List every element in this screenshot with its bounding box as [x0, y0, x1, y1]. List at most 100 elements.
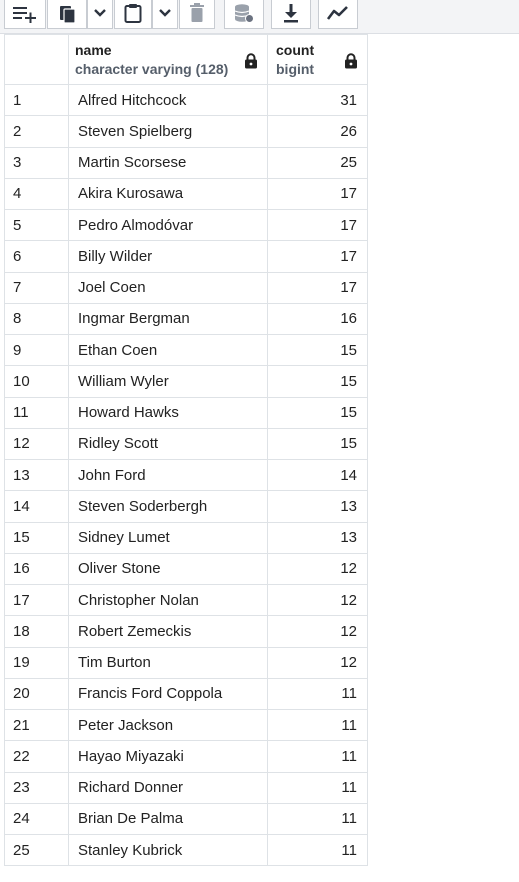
count-cell[interactable]: 17 — [267, 177, 368, 211]
table-row[interactable]: 22 Hayao Miyazaki 11 — [4, 740, 368, 773]
count-cell[interactable]: 31 — [267, 83, 368, 117]
table-row[interactable]: 21 Peter Jackson 11 — [4, 708, 368, 742]
table-row[interactable]: 4 Akira Kurosawa 17 — [4, 177, 368, 211]
count-cell[interactable]: 11 — [267, 708, 368, 742]
count-cell[interactable]: 26 — [267, 115, 368, 148]
row-number-cell[interactable]: 8 — [4, 302, 69, 336]
count-cell[interactable]: 11 — [267, 740, 368, 773]
count-cell[interactable]: 12 — [267, 646, 368, 679]
count-cell[interactable]: 11 — [267, 771, 368, 804]
save-data-button[interactable] — [224, 0, 264, 29]
table-row[interactable]: 19 Tim Burton 12 — [4, 646, 368, 679]
name-cell[interactable]: Ingmar Bergman — [68, 302, 268, 336]
row-number-cell[interactable]: 9 — [4, 333, 69, 367]
table-row[interactable]: 2 Steven Spielberg 26 — [4, 115, 368, 148]
count-cell[interactable]: 14 — [267, 458, 368, 492]
table-row[interactable]: 18 Robert Zemeckis 12 — [4, 615, 368, 648]
name-cell[interactable]: Joel Coen — [68, 271, 268, 304]
delete-button[interactable] — [179, 0, 215, 29]
name-cell[interactable]: Stanley Kubrick — [68, 833, 268, 867]
table-row[interactable]: 24 Brian De Palma 11 — [4, 802, 368, 836]
count-cell[interactable]: 11 — [267, 802, 368, 836]
name-cell[interactable]: Tim Burton — [68, 646, 268, 679]
graph-visualiser-button[interactable] — [318, 0, 358, 29]
column-header-count[interactable]: count bigint — [267, 34, 368, 85]
row-number-cell[interactable]: 5 — [4, 208, 69, 242]
count-cell[interactable]: 11 — [267, 833, 368, 867]
row-number-cell[interactable]: 22 — [4, 740, 69, 773]
row-number-cell[interactable]: 13 — [4, 458, 69, 492]
count-cell[interactable]: 17 — [267, 271, 368, 304]
count-cell[interactable]: 16 — [267, 302, 368, 336]
count-cell[interactable]: 15 — [267, 365, 368, 398]
count-cell[interactable]: 15 — [267, 427, 368, 461]
count-cell[interactable]: 13 — [267, 521, 368, 554]
name-cell[interactable]: Martin Scorsese — [68, 146, 268, 179]
table-row[interactable]: 1 Alfred Hitchcock 31 — [4, 83, 368, 117]
name-cell[interactable]: Steven Spielberg — [68, 115, 268, 148]
name-cell[interactable]: Ridley Scott — [68, 427, 268, 461]
name-cell[interactable]: Robert Zemeckis — [68, 615, 268, 648]
table-row[interactable]: 7 Joel Coen 17 — [4, 271, 368, 304]
name-cell[interactable]: Billy Wilder — [68, 240, 268, 273]
add-row-button[interactable] — [4, 0, 46, 29]
row-number-cell[interactable]: 6 — [4, 240, 69, 273]
name-cell[interactable]: Oliver Stone — [68, 552, 268, 586]
table-row[interactable]: 6 Billy Wilder 17 — [4, 240, 368, 273]
table-row[interactable]: 15 Sidney Lumet 13 — [4, 521, 368, 554]
row-number-cell[interactable]: 4 — [4, 177, 69, 211]
name-cell[interactable]: Steven Soderbergh — [68, 490, 268, 523]
row-number-cell[interactable]: 2 — [4, 115, 69, 148]
table-row[interactable]: 23 Richard Donner 11 — [4, 771, 368, 804]
name-cell[interactable]: Ethan Coen — [68, 333, 268, 367]
table-row[interactable]: 5 Pedro Almodóvar 17 — [4, 208, 368, 242]
download-button[interactable] — [271, 0, 311, 29]
table-row[interactable]: 11 Howard Hawks 15 — [4, 396, 368, 429]
table-row[interactable]: 14 Steven Soderbergh 13 — [4, 490, 368, 523]
name-cell[interactable]: Richard Donner — [68, 771, 268, 804]
table-row[interactable]: 25 Stanley Kubrick 11 — [4, 833, 368, 867]
copy-options-dropdown[interactable] — [87, 0, 113, 29]
row-number-cell[interactable]: 17 — [4, 583, 69, 617]
row-number-cell[interactable]: 19 — [4, 646, 69, 679]
row-number-cell[interactable]: 14 — [4, 490, 69, 523]
row-number-cell[interactable]: 24 — [4, 802, 69, 836]
count-cell[interactable]: 17 — [267, 208, 368, 242]
name-cell[interactable]: Christopher Nolan — [68, 583, 268, 617]
row-number-cell[interactable]: 21 — [4, 708, 69, 742]
row-number-cell[interactable]: 23 — [4, 771, 69, 804]
column-header-name[interactable]: name character varying (128) — [68, 34, 268, 85]
row-number-cell[interactable]: 11 — [4, 396, 69, 429]
name-cell[interactable]: John Ford — [68, 458, 268, 492]
paste-options-dropdown[interactable] — [152, 0, 178, 29]
paste-button[interactable] — [114, 0, 152, 29]
table-row[interactable]: 16 Oliver Stone 12 — [4, 552, 368, 586]
count-cell[interactable]: 12 — [267, 615, 368, 648]
name-cell[interactable]: Pedro Almodóvar — [68, 208, 268, 242]
table-row[interactable]: 3 Martin Scorsese 25 — [4, 146, 368, 179]
name-cell[interactable]: Peter Jackson — [68, 708, 268, 742]
row-number-cell[interactable]: 25 — [4, 833, 69, 867]
table-row[interactable]: 13 John Ford 14 — [4, 458, 368, 492]
table-row[interactable]: 20 Francis Ford Coppola 11 — [4, 677, 368, 711]
count-cell[interactable]: 15 — [267, 333, 368, 367]
row-number-cell[interactable]: 1 — [4, 83, 69, 117]
name-cell[interactable]: Hayao Miyazaki — [68, 740, 268, 773]
row-number-cell[interactable]: 16 — [4, 552, 69, 586]
count-cell[interactable]: 11 — [267, 677, 368, 711]
row-number-cell[interactable]: 7 — [4, 271, 69, 304]
row-number-cell[interactable]: 10 — [4, 365, 69, 398]
name-cell[interactable]: Brian De Palma — [68, 802, 268, 836]
count-cell[interactable]: 12 — [267, 583, 368, 617]
row-number-cell[interactable]: 12 — [4, 427, 69, 461]
name-cell[interactable]: Alfred Hitchcock — [68, 83, 268, 117]
name-cell[interactable]: Sidney Lumet — [68, 521, 268, 554]
name-cell[interactable]: William Wyler — [68, 365, 268, 398]
name-cell[interactable]: Howard Hawks — [68, 396, 268, 429]
count-cell[interactable]: 13 — [267, 490, 368, 523]
count-cell[interactable]: 15 — [267, 396, 368, 429]
name-cell[interactable]: Francis Ford Coppola — [68, 677, 268, 711]
table-row[interactable]: 12 Ridley Scott 15 — [4, 427, 368, 461]
copy-button[interactable] — [47, 0, 87, 29]
table-row[interactable]: 17 Christopher Nolan 12 — [4, 583, 368, 617]
